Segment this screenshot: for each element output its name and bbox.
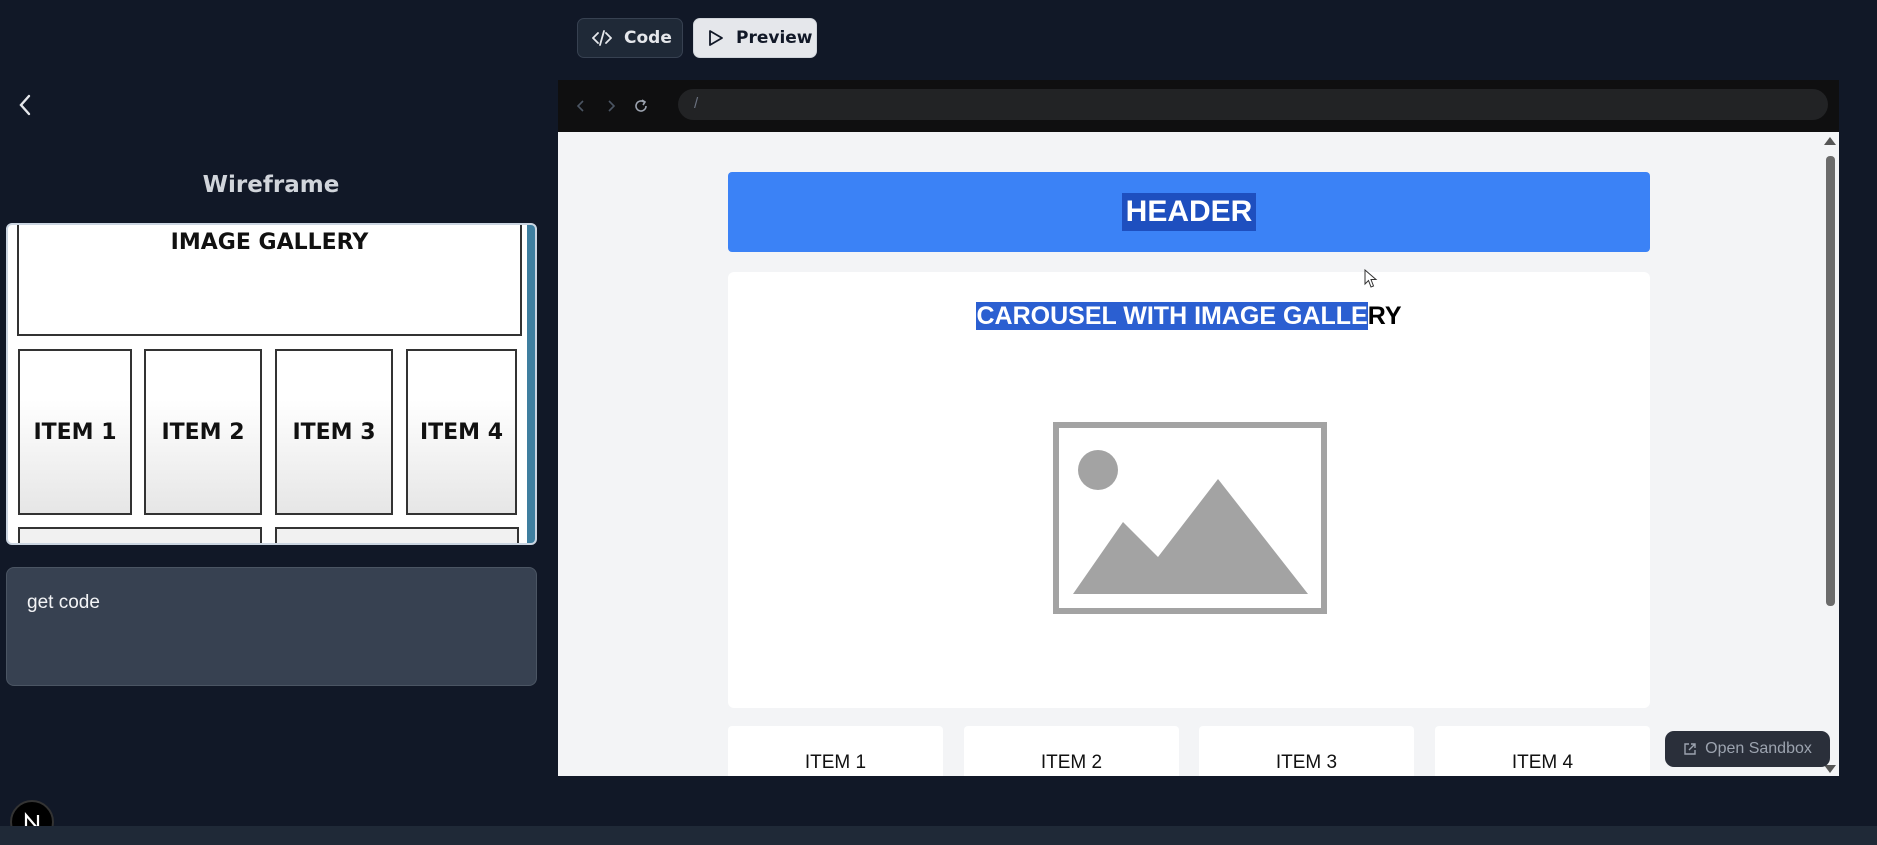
wireframe-item: ITEM 3 xyxy=(275,349,393,515)
preview-tab-label: Preview xyxy=(736,28,813,48)
preview-header-text: HEADER xyxy=(1121,193,1257,231)
chevron-left-icon xyxy=(19,94,31,116)
open-sandbox-button[interactable]: Open Sandbox xyxy=(1665,731,1830,767)
code-icon xyxy=(592,30,612,46)
chevron-left-icon xyxy=(576,100,584,112)
carousel-section: CAROUSEL WITH IMAGE GALLERY xyxy=(728,272,1650,708)
reload-button[interactable] xyxy=(630,95,652,117)
carousel-title: CAROUSEL WITH IMAGE GALLERY xyxy=(728,302,1650,331)
open-sandbox-label: Open Sandbox xyxy=(1705,740,1812,757)
code-tab-label: Code xyxy=(624,28,672,48)
browser-toolbar: / xyxy=(558,80,1839,132)
preview-browser: / HEADER CAROUSEL WITH IMAGE GALLERY ITE… xyxy=(558,80,1839,776)
back-button[interactable] xyxy=(12,92,38,118)
external-link-icon xyxy=(1684,743,1696,755)
prompt-text: get code xyxy=(27,592,100,613)
url-bar[interactable]: / xyxy=(678,89,1828,120)
mouse-cursor-icon xyxy=(1364,269,1378,288)
nav-forward-button[interactable] xyxy=(600,95,622,117)
reload-icon xyxy=(635,99,647,112)
prompt-input[interactable]: get code xyxy=(6,567,537,686)
nav-back-button[interactable] xyxy=(570,95,592,117)
image-placeholder-icon xyxy=(1053,422,1327,614)
preview-tab[interactable]: Preview xyxy=(693,18,817,58)
code-tab[interactable]: Code xyxy=(577,18,683,58)
wireframe-bottom-box xyxy=(18,527,262,543)
item-card: ITEM 2 xyxy=(964,726,1179,776)
wireframe-image: IMAGE GALLERY ITEM 1 ITEM 2 ITEM 3 ITEM … xyxy=(6,223,537,545)
wireframe-item: ITEM 1 xyxy=(18,349,132,515)
wireframe-bottom-box xyxy=(275,527,519,543)
item-card: ITEM 4 xyxy=(1435,726,1650,776)
preview-header: HEADER xyxy=(728,172,1650,252)
chevron-right-icon xyxy=(608,100,616,112)
item-card: ITEM 3 xyxy=(1199,726,1414,776)
wireframe-item: ITEM 2 xyxy=(144,349,262,515)
play-icon xyxy=(709,30,723,46)
carousel-title-selected: CAROUSEL WITH IMAGE GALLE xyxy=(976,302,1368,330)
wireframe-scroll-strip xyxy=(527,225,535,543)
scroll-up-arrow[interactable] xyxy=(1824,137,1836,145)
wireframe-header-box: IMAGE GALLERY xyxy=(17,225,522,336)
carousel-title-rest: RY xyxy=(1367,302,1402,330)
wireframe-heading: IMAGE GALLERY xyxy=(170,230,369,255)
bottom-bar xyxy=(0,826,1877,845)
panel-title: Wireframe xyxy=(202,172,340,198)
scroll-thumb[interactable] xyxy=(1826,156,1835,606)
item-card: ITEM 1 xyxy=(728,726,943,776)
wireframe-item: ITEM 4 xyxy=(406,349,517,515)
scroll-down-arrow[interactable] xyxy=(1824,765,1836,773)
